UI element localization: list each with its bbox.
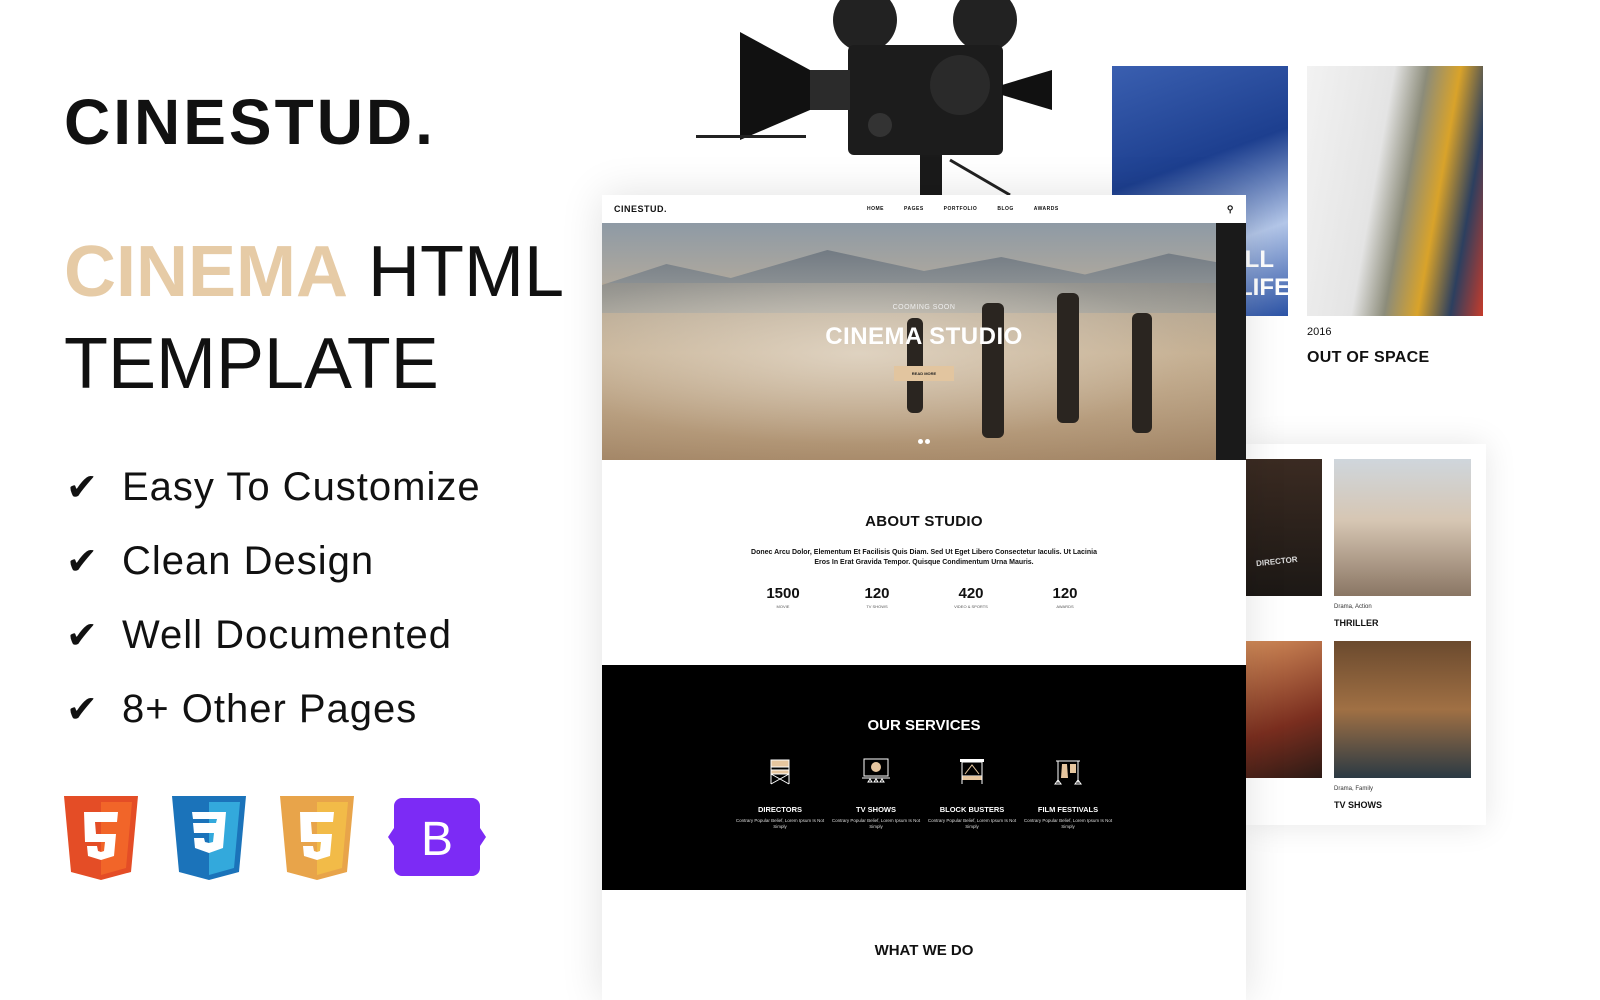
gallery-title[interactable]: THRILLER: [1334, 618, 1379, 628]
gallery-photo-library[interactable]: [1334, 641, 1471, 778]
nav-portfolio[interactable]: PORTFOLIO: [944, 206, 978, 212]
gallery-photo-thriller[interactable]: [1334, 459, 1471, 596]
about-title: ABOUT STUDIO: [865, 513, 983, 530]
check-icon: ✔: [66, 540, 99, 583]
stat-item: 120 TV SHOWS: [864, 585, 890, 609]
carousel-dots[interactable]: [918, 439, 930, 444]
feature-label: Clean Design: [122, 538, 375, 583]
read-more-button[interactable]: READ MORE: [894, 366, 954, 381]
gallery-caption: Drama, Family TV SHOWS: [1334, 786, 1382, 810]
headline-line2: TEMPLATE: [64, 324, 439, 404]
portfolio-title[interactable]: OUT OF SPACE: [1307, 349, 1429, 367]
gallery-genre: Drama, Action: [1334, 604, 1372, 610]
mock-hero: COOMING SOON CINEMA STUDIO READ MORE: [602, 223, 1246, 460]
feature-label: Easy To Customize: [122, 464, 481, 509]
stats-row: 1500 MOVIE 120 TV SHOWS 420 VIDEO & SPORTS …: [602, 585, 1246, 609]
headline-rest: HTML: [348, 232, 564, 312]
stat-item: 120 AWARDS: [1052, 585, 1078, 609]
gallery-title[interactable]: TV SHOWS: [1334, 800, 1382, 810]
service-tv-shows[interactable]: TV SHOWS Contrary Popular Belief, Lorem I…: [828, 756, 924, 830]
css3-logo: [172, 796, 246, 880]
nav-awards[interactable]: AWARDS: [1034, 206, 1059, 212]
html5-logo: [64, 796, 138, 880]
about-text: Donec Arcu Dolor, Elementum Et Facilisis…: [751, 549, 1097, 566]
director-label: DIRECTOR: [1255, 554, 1298, 569]
film-camera-illustration: [696, 0, 1052, 200]
tech-badges: B: [64, 796, 486, 880]
gallery-caption: Drama, Action THRILLER: [1334, 604, 1379, 628]
hero-kicker: COOMING SOON: [892, 304, 956, 311]
headline-accent: CINEMA: [64, 232, 348, 312]
feature-item: ✔ 8+ Other Pages: [66, 672, 481, 746]
costume-rack-icon: [1054, 760, 1082, 785]
mock-navbar: CINESTUD. HOME PAGES PORTFOLIO BLOG AWAR…: [602, 195, 1246, 223]
bootstrap-logo: B: [388, 798, 486, 876]
gallery-genre: Drama, Family: [1334, 786, 1374, 792]
mock-logo[interactable]: CINESTUD.: [614, 204, 667, 214]
director-chair-icon: [770, 759, 790, 785]
portfolio-year: 2016: [1307, 326, 1332, 338]
feature-item: ✔ Easy To Customize: [66, 450, 481, 524]
feature-label: 8+ Other Pages: [122, 686, 418, 731]
nav-pages[interactable]: PAGES: [904, 206, 924, 212]
search-icon[interactable]: ⚲: [1227, 204, 1234, 215]
tv-play-icon: [862, 758, 890, 783]
service-block-busters[interactable]: BLOCK BUSTERS Contrary Popular Belief, Lo…: [924, 756, 1020, 830]
stat-item: 1500 MOVIE: [766, 585, 800, 609]
service-film-festivals[interactable]: FILM FESTIVALS Contrary Popular Belief, L…: [1020, 756, 1116, 830]
mock-nav-links: HOME PAGES PORTFOLIO BLOG AWARDS: [867, 206, 1059, 212]
services-title: OUR SERVICES: [867, 717, 981, 734]
gallery-card: DIRECTOR Drama, Action THRILLER Drama, F…: [1246, 444, 1486, 825]
hero-title: CINEMA STUDIO: [825, 323, 1023, 350]
brand-logo: CINESTUD.: [64, 86, 436, 158]
check-icon: ✔: [66, 688, 99, 731]
stat-item: 420 VIDEO & SPORTS: [954, 585, 988, 609]
services-section: OUR SERVICES DIRECTORS Contrary Popular B…: [602, 665, 1246, 890]
what-we-do-title: WHAT WE DO: [874, 942, 974, 959]
nav-blog[interactable]: BLOG: [997, 206, 1013, 212]
gallery-photo-director[interactable]: DIRECTOR: [1246, 459, 1322, 596]
headline: CINEMA HTML TEMPLATE: [64, 226, 564, 410]
projector-screen-icon: [960, 759, 984, 784]
nav-home[interactable]: HOME: [867, 206, 884, 212]
poster-out-of-space[interactable]: [1307, 66, 1483, 316]
service-directors[interactable]: DIRECTORS Contrary Popular Belief, Lorem …: [732, 756, 828, 830]
check-icon: ✔: [66, 466, 99, 509]
feature-item: ✔ Well Documented: [66, 598, 481, 672]
website-mockup: CINESTUD. HOME PAGES PORTFOLIO BLOG AWAR…: [602, 195, 1246, 1000]
gallery-photo-woman[interactable]: [1246, 641, 1322, 778]
feature-item: ✔ Clean Design: [66, 524, 481, 598]
svg-text:B: B: [421, 813, 453, 866]
check-icon: ✔: [66, 614, 99, 657]
about-section: ABOUT STUDIO Donec Arcu Dolor, Elementum…: [602, 460, 1246, 665]
javascript-logo: [280, 796, 354, 880]
feature-list: ✔ Easy To Customize ✔ Clean Design ✔ Well D…: [66, 450, 481, 746]
feature-label: Well Documented: [122, 612, 452, 657]
